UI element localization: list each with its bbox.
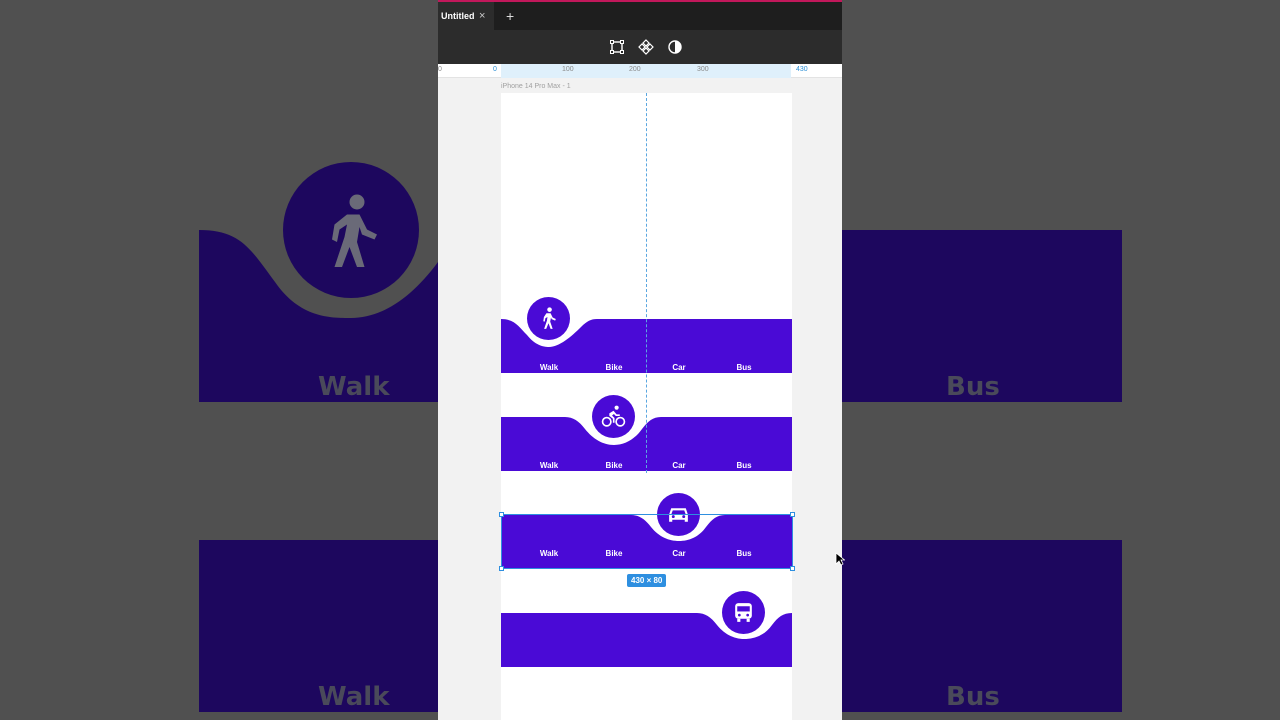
selection-box[interactable]	[499, 512, 795, 571]
walk-icon	[332, 194, 377, 267]
ruler-selection-range	[501, 64, 791, 78]
tab-title: Untitled	[441, 11, 475, 21]
nav-label-walk: Walk	[539, 363, 559, 372]
ruler-tick: 0	[438, 66, 442, 73]
frame-label[interactable]: iPhone 14 Pro Max - 1	[501, 83, 571, 90]
toolbar	[438, 30, 842, 64]
background-bus-label: Bus	[946, 372, 1000, 402]
resize-handle-bottom-right[interactable]	[790, 566, 795, 571]
background-left-mirror: Walk Walk	[0, 0, 438, 720]
active-indicator[interactable]	[722, 591, 765, 634]
horizontal-ruler: 0 0 100 200 300 430	[438, 64, 842, 78]
contrast-icon[interactable]	[667, 39, 683, 55]
nav-label-bike: Bike	[605, 363, 623, 372]
resize-handle-top-right[interactable]	[790, 512, 795, 517]
background-walk-label-2: Walk	[318, 682, 390, 712]
nav-label-bike: Bike	[605, 461, 623, 470]
design-editor: Untitled × + 0 0 100 200 300 430 iPhone …	[438, 0, 842, 720]
nav-label-walk: Walk	[539, 461, 559, 470]
resize-handle-bottom-left[interactable]	[499, 566, 504, 571]
frame-tool-icon[interactable]	[609, 39, 625, 55]
bus-icon	[735, 603, 752, 622]
close-icon[interactable]: ×	[479, 2, 485, 30]
nav-label-car: Car	[672, 461, 686, 470]
ruler-tick: 100	[562, 66, 574, 73]
background-right-mirror: Bus Bus	[842, 0, 1280, 720]
tab-bar: Untitled × +	[438, 0, 842, 30]
component-icon[interactable]	[638, 39, 654, 55]
ruler-tick: 430	[796, 66, 808, 73]
ruler-tick: 200	[629, 66, 641, 73]
background-walk-label: Walk	[318, 372, 390, 402]
nav-label-bus: Bus	[736, 461, 752, 470]
active-indicator[interactable]	[592, 395, 635, 438]
resize-handle-top-left[interactable]	[499, 512, 504, 517]
walk-icon	[543, 307, 556, 329]
mouse-cursor-icon	[835, 552, 845, 566]
ruler-tick: 0	[493, 66, 497, 73]
tab-untitled[interactable]: Untitled	[438, 2, 494, 30]
background-walk-navbar-shape	[199, 162, 438, 712]
center-guide-line	[646, 93, 647, 473]
active-indicator[interactable]	[527, 297, 570, 340]
add-tab-icon[interactable]: +	[506, 2, 514, 30]
ruler-tick: 300	[697, 66, 709, 73]
bike-icon	[601, 405, 626, 427]
dimension-badge: 430 × 80	[627, 574, 667, 587]
nav-label-car: Car	[672, 363, 686, 372]
background-bus-label-2: Bus	[946, 682, 1000, 712]
navbar-bus-active[interactable]	[501, 591, 792, 675]
nav-label-bus: Bus	[736, 363, 752, 372]
